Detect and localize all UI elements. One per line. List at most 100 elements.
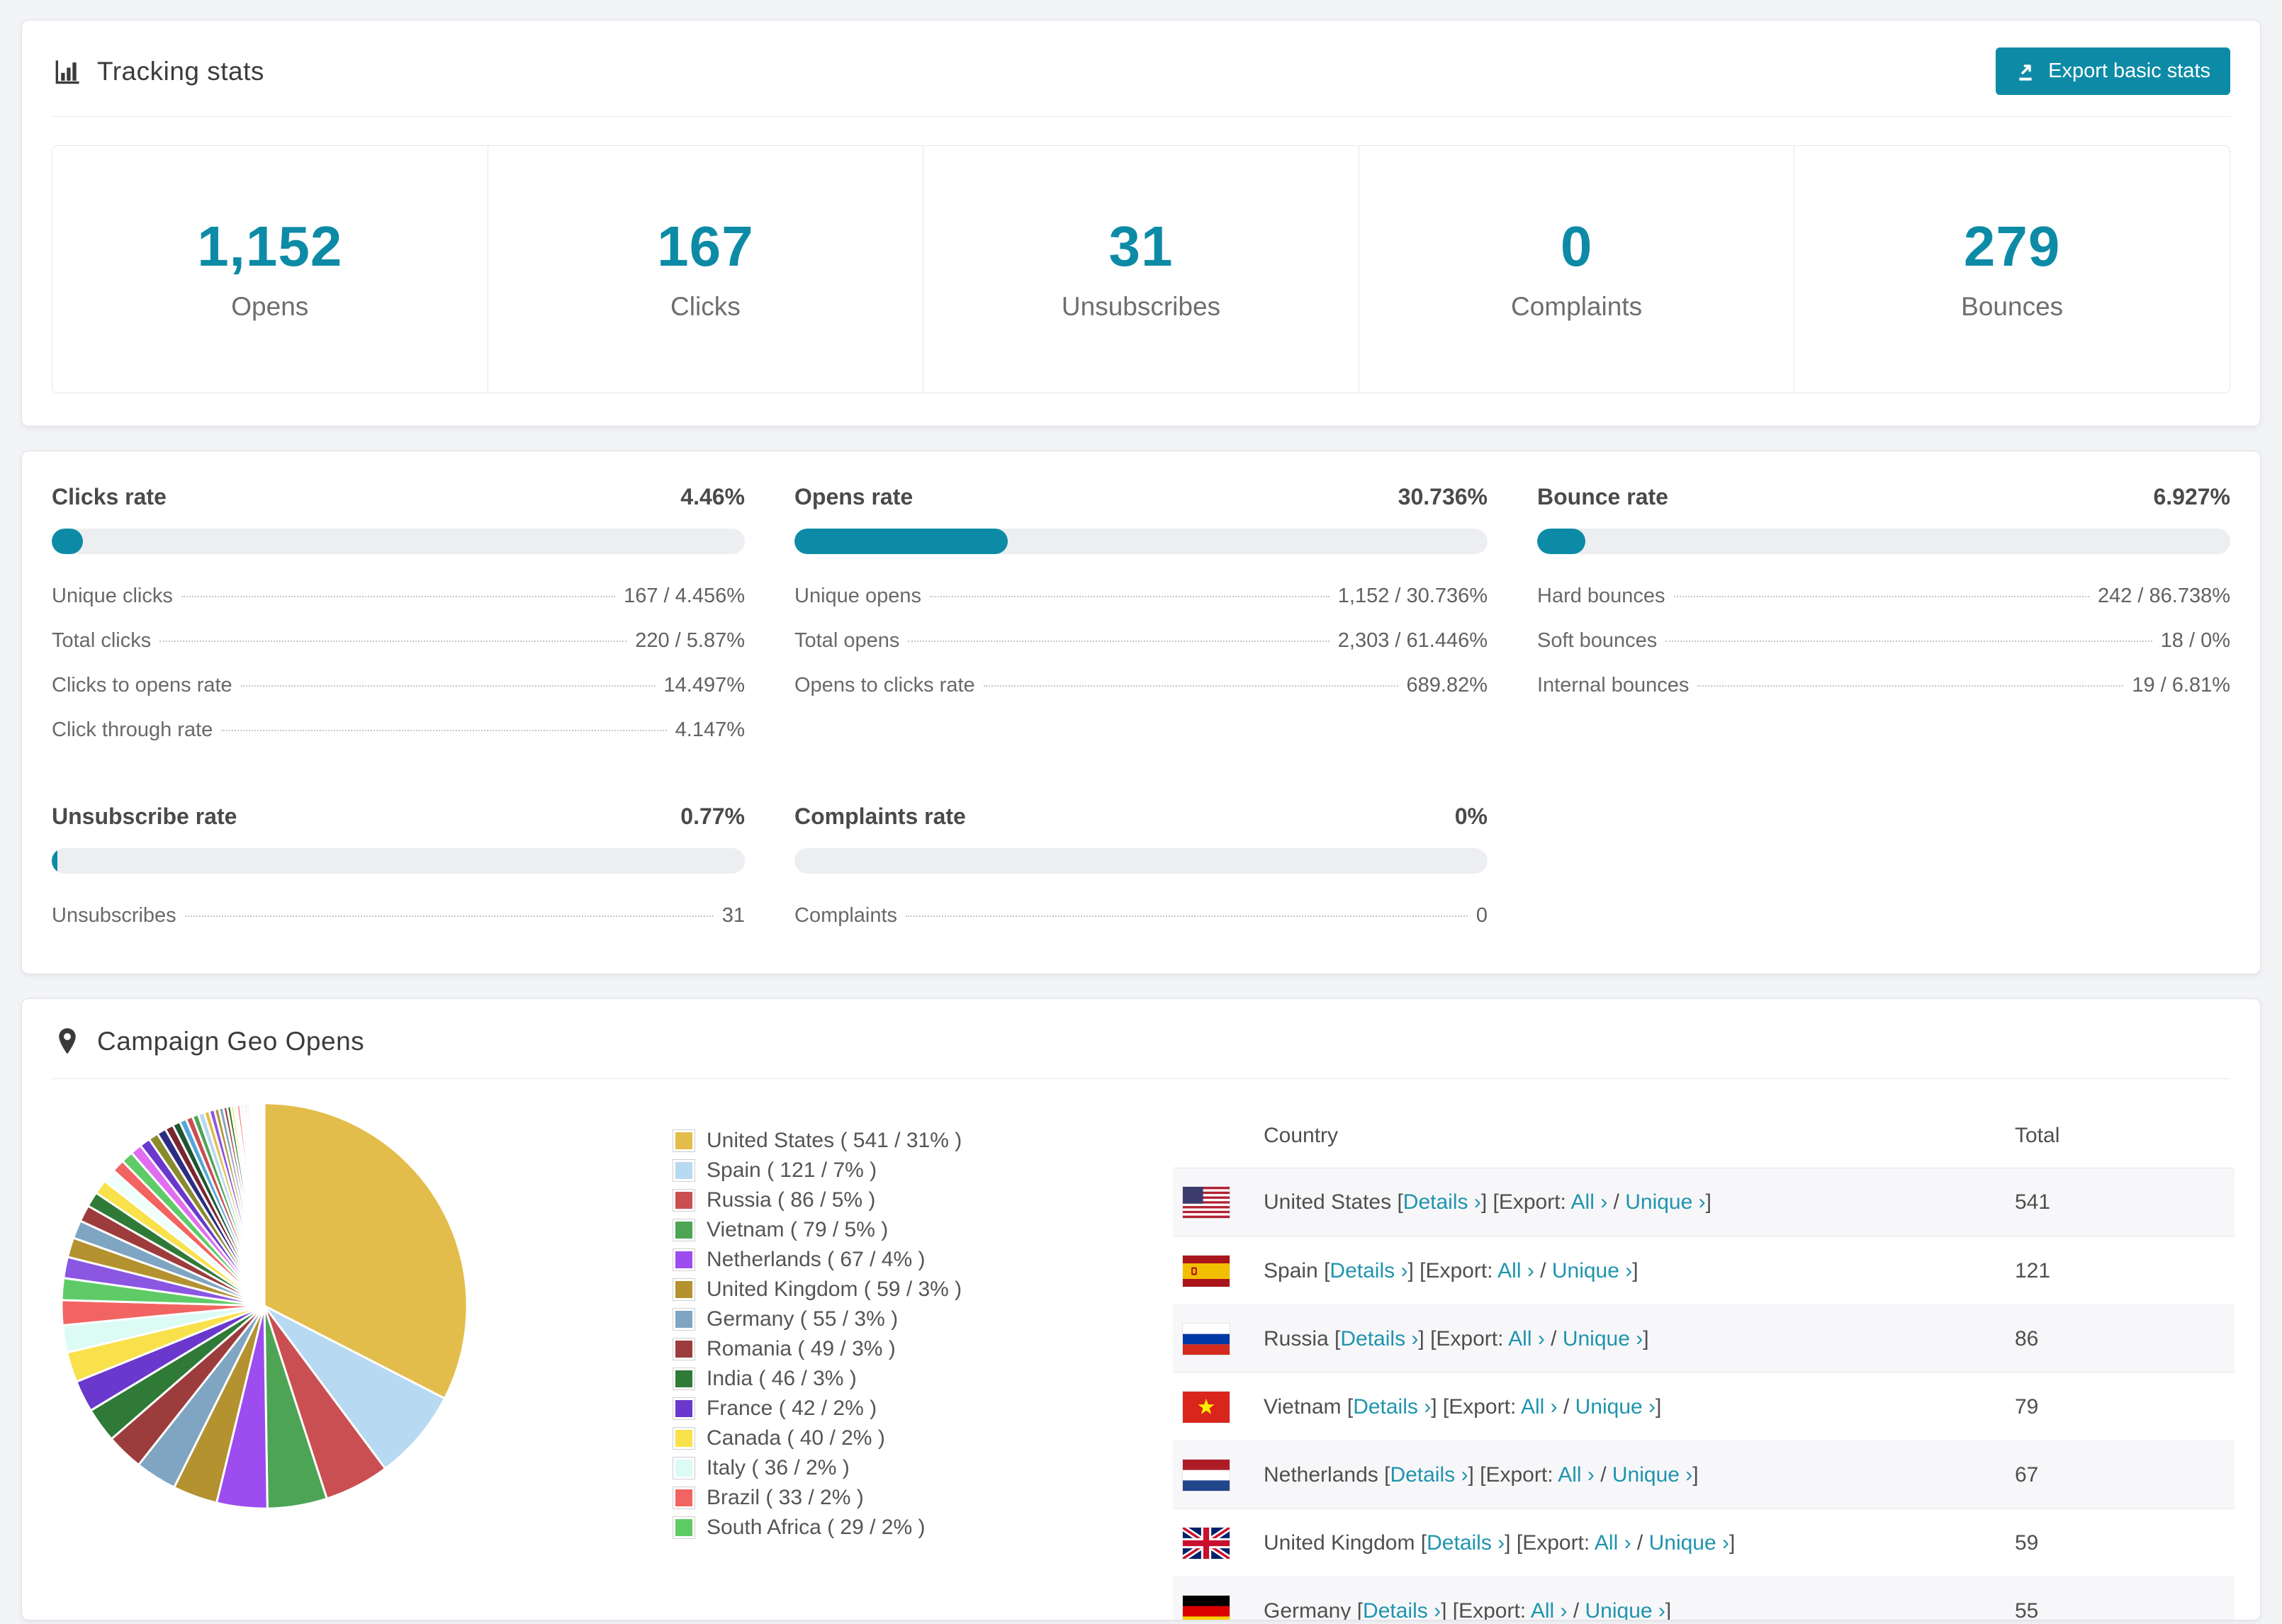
- legend-swatch: [673, 1278, 695, 1301]
- rate-rows: Complaints 0: [794, 893, 1488, 938]
- dotted-leader: [1697, 685, 2124, 687]
- export-prefix: Export:: [1522, 1530, 1595, 1555]
- export-prefix: Export:: [1498, 1190, 1571, 1214]
- geo-pie-chart: [53, 1089, 514, 1620]
- legend-swatch: [673, 1308, 695, 1331]
- details-link[interactable]: Details ›: [1340, 1327, 1418, 1350]
- legend-item: Netherlands ( 67 / 4% ): [673, 1245, 1173, 1275]
- legend-swatch: [673, 1397, 695, 1420]
- dotted-leader: [908, 641, 1330, 642]
- bracket: [: [1378, 1462, 1390, 1487]
- country-name: United Kingdom: [1264, 1530, 1415, 1555]
- export-unique-link[interactable]: Unique ›: [1585, 1599, 1665, 1620]
- stat-value: 167: [657, 215, 754, 278]
- details-link[interactable]: Details ›: [1363, 1599, 1441, 1620]
- bracket: ] [: [1441, 1598, 1459, 1620]
- details-link[interactable]: Details ›: [1427, 1531, 1505, 1555]
- bracket: [: [1317, 1258, 1330, 1282]
- bracket: ]: [1632, 1258, 1639, 1282]
- table-row: Vietnam [Details ›] [Export: All › / Uni…: [1173, 1372, 2235, 1440]
- export-all-link[interactable]: All ›: [1497, 1259, 1534, 1282]
- stat-row-value: 689.82%: [1406, 674, 1488, 697]
- table-row: Germany [Details ›] [Export: All › / Uni…: [1173, 1577, 2235, 1620]
- export-prefix: Export:: [1436, 1326, 1509, 1350]
- dotted-leader: [159, 641, 627, 642]
- flag-vn-icon: [1182, 1390, 1230, 1423]
- details-link[interactable]: Details ›: [1353, 1395, 1431, 1419]
- export-unique-link[interactable]: Unique ›: [1649, 1531, 1729, 1555]
- export-prefix: Export:: [1449, 1394, 1521, 1419]
- export-unique-link[interactable]: Unique ›: [1575, 1395, 1656, 1419]
- stat-row: Total clicks 220 / 5.87%: [52, 619, 745, 663]
- legend-label: Italy ( 36 / 2% ): [707, 1456, 850, 1479]
- export-prefix: Export:: [1458, 1598, 1531, 1620]
- details-link[interactable]: Details ›: [1390, 1463, 1468, 1487]
- stat-row-value: 1,152 / 30.736%: [1337, 585, 1488, 607]
- progress-bar: [794, 529, 1488, 554]
- rate-head: Bounce rate 6.927%: [1537, 484, 2230, 510]
- stat-row-value: 19 / 6.81%: [2132, 674, 2230, 697]
- legend-item: United Kingdom ( 59 / 3% ): [673, 1275, 1173, 1304]
- export-all-link[interactable]: All ›: [1571, 1190, 1608, 1214]
- total-cell: 55: [2015, 1598, 2039, 1620]
- stat-row-label: Total clicks: [52, 629, 152, 652]
- stat-row-value: 220 / 5.87%: [635, 629, 745, 652]
- export-prefix: Export:: [1425, 1258, 1498, 1282]
- rate-block: Complaints rate 0% Complaints 0: [794, 803, 1488, 938]
- separator: /: [1631, 1530, 1649, 1555]
- country-cell: Netherlands [Details ›] [Export: All › /…: [1264, 1463, 1981, 1487]
- stat-cell: 31 Unsubscribes: [923, 146, 1359, 393]
- export-unique-link[interactable]: Unique ›: [1625, 1190, 1705, 1214]
- rate-block: Opens rate 30.736% Unique opens 1,152 / 30.…: [794, 484, 1488, 752]
- export-unique-link[interactable]: Unique ›: [1552, 1259, 1632, 1282]
- rate-title: Opens rate: [794, 484, 914, 509]
- rate-title: Unsubscribe rate: [52, 803, 237, 829]
- export-basic-stats-button[interactable]: Export basic stats: [1996, 47, 2230, 95]
- progress-bar: [52, 848, 745, 874]
- bracket: [: [1328, 1326, 1341, 1350]
- bracket: ] [: [1418, 1326, 1437, 1350]
- table-row: United Kingdom [Details ›] [Export: All …: [1173, 1509, 2235, 1577]
- export-all-link[interactable]: All ›: [1521, 1395, 1558, 1419]
- export-unique-link[interactable]: Unique ›: [1563, 1327, 1643, 1350]
- bracket: ]: [1692, 1462, 1699, 1487]
- legend-item: India ( 46 / 3% ): [673, 1364, 1173, 1394]
- stat-row: Clicks to opens rate 14.497%: [52, 663, 745, 708]
- export-all-link[interactable]: All ›: [1595, 1531, 1631, 1555]
- export-all-link[interactable]: All ›: [1531, 1599, 1568, 1620]
- legend-swatch: [673, 1219, 695, 1241]
- bracket: [: [1341, 1394, 1354, 1419]
- dotted-leader: [1665, 641, 2152, 642]
- export-all-link[interactable]: All ›: [1558, 1463, 1595, 1487]
- details-link[interactable]: Details ›: [1330, 1259, 1407, 1282]
- separator: /: [1567, 1598, 1585, 1620]
- details-link[interactable]: Details ›: [1403, 1190, 1481, 1214]
- dotted-leader: [181, 596, 616, 597]
- rate-title: Bounce rate: [1537, 484, 1668, 509]
- bracket: [: [1391, 1190, 1403, 1214]
- stat-row-label: Opens to clicks rate: [794, 674, 975, 697]
- bracket: ]: [1665, 1598, 1672, 1620]
- bracket: ]: [1729, 1530, 1736, 1555]
- rate-grid: Clicks rate 4.46% Unique clicks 167 / 4.456…: [52, 484, 2230, 938]
- map-pin-icon: [52, 1026, 83, 1057]
- stat-row-value: 2,303 / 61.446%: [1337, 629, 1488, 652]
- stat-value: 279: [1963, 215, 2061, 278]
- export-icon: [2016, 60, 2038, 83]
- legend-label: India ( 46 / 3% ): [707, 1367, 857, 1390]
- country-cell: Russia [Details ›] [Export: All › / Uniq…: [1264, 1327, 1981, 1351]
- export-unique-link[interactable]: Unique ›: [1612, 1463, 1692, 1487]
- export-all-link[interactable]: All ›: [1508, 1327, 1545, 1350]
- progress-bar-fill: [52, 848, 57, 874]
- stat-row: Internal bounces 19 / 6.81%: [1537, 663, 2230, 708]
- legend-swatch: [673, 1129, 695, 1152]
- stat-label: Unsubscribes: [1061, 292, 1221, 321]
- table-row: United States [Details ›] [Export: All ›…: [1173, 1168, 2235, 1236]
- country-name: United States: [1264, 1190, 1392, 1214]
- rate-head: Unsubscribe rate 0.77%: [52, 803, 745, 830]
- rate-value: 0.77%: [680, 803, 745, 829]
- rate-block: Bounce rate 6.927% Hard bounces 242 / 86.73…: [1537, 484, 2230, 752]
- country-name: Russia: [1264, 1326, 1329, 1350]
- legend-swatch: [673, 1248, 695, 1271]
- dotted-leader: [906, 915, 1468, 917]
